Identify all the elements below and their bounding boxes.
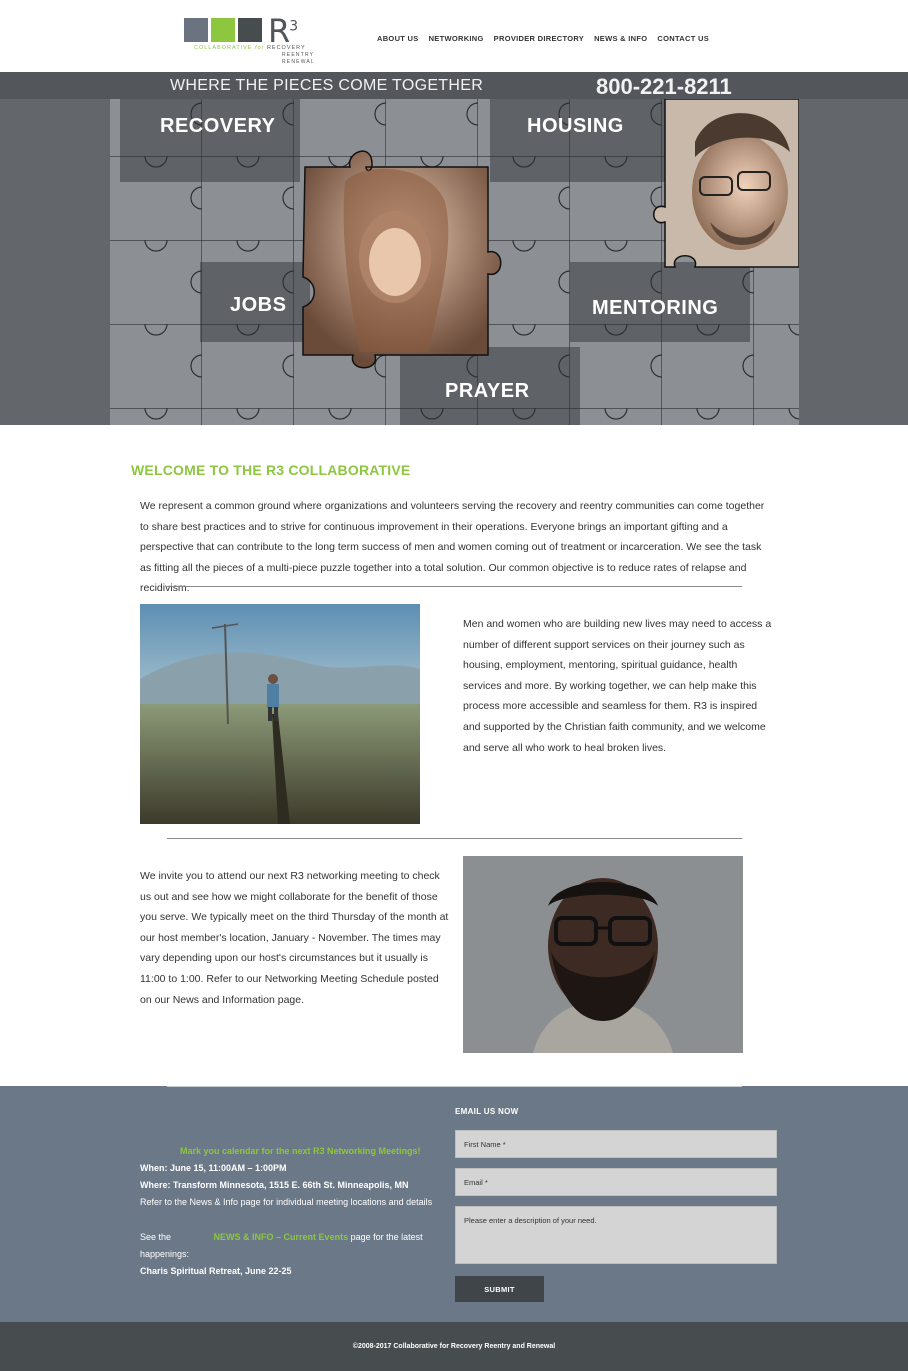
news-info-link[interactable]: NEWS & INFO – Current Events [214, 1232, 349, 1242]
logo-line-3: RENEWAL [282, 59, 315, 65]
divider-1 [167, 586, 742, 587]
hero-word-recovery: RECOVERY [160, 115, 276, 137]
meeting-when: When: June 15, 11:00AM – 1:00PM [140, 1163, 287, 1173]
field-walker-photo [140, 604, 420, 824]
copyright-text: ©2008-2017 Collaborative for Recovery Re… [352, 1343, 556, 1350]
hero-word-housing: HOUSING [527, 115, 624, 137]
site-footer: ©2008-2017 Collaborative for Recovery Re… [0, 1322, 908, 1371]
r3-logo[interactable]: R3 COLLABORATIVE for RECOVERY REENTRY RE… [184, 12, 315, 68]
man-portrait-photo [463, 856, 743, 1053]
hero-word-mentoring: MENTORING [592, 297, 719, 319]
phone-number[interactable]: 800-221-8211 [596, 74, 732, 100]
nav-contact-us[interactable]: CONTACT US [657, 34, 709, 43]
hero-puzzle-area: RECOVERY HOUSING JOBS MENTORING PRAYER [110, 72, 799, 425]
hero-word-prayer: PRAYER [445, 380, 530, 402]
meeting-where: Where: Transform Minnesota, 1515 E. 66th… [140, 1180, 409, 1190]
news-info-line: See the NEWS & INFO – Current Events pag… [140, 1232, 423, 1242]
logo-square-charcoal [238, 18, 262, 42]
divider-3 [167, 1086, 742, 1087]
calendar-heading: Mark you calendar for the next R3 Networ… [180, 1146, 421, 1156]
meetings-and-contact-section: Mark you calendar for the next R3 Networ… [0, 1086, 908, 1322]
nav-provider-directory[interactable]: PROVIDER DIRECTORY [494, 34, 584, 43]
intro-paragraph: We represent a common ground where organ… [140, 500, 765, 595]
upcoming-event: Charis Spiritual Retreat, June 22-25 [140, 1266, 292, 1276]
nav-news-info[interactable]: NEWS & INFO [594, 34, 647, 43]
welcome-heading: WELCOME TO THE R3 COLLABORATIVE [131, 462, 411, 478]
message-textarea[interactable]: Please enter a description of your need. [455, 1206, 777, 1264]
news-info-line-2: happenings: [140, 1249, 190, 1259]
first-name-field[interactable]: First Name * [455, 1130, 777, 1158]
site-header: R3 COLLABORATIVE for RECOVERY REENTRY RE… [0, 0, 908, 72]
hero-top-bar: WHERE THE PIECES COME TOGETHER 800-221-8… [0, 72, 908, 99]
logo-square-slate [184, 18, 208, 42]
nav-networking[interactable]: NETWORKING [429, 34, 484, 43]
hero-banner: RECOVERY HOUSING JOBS MENTORING PRAYER W… [0, 72, 908, 425]
hero-tagline: WHERE THE PIECES COME TOGETHER [170, 77, 484, 94]
man-photo-piece [653, 98, 799, 268]
divider-2 [167, 838, 742, 839]
nav-about-us[interactable]: ABOUT US [377, 34, 419, 43]
logo-square-green [211, 18, 235, 42]
email-field[interactable]: Email * [455, 1168, 777, 1196]
meeting-refer: Refer to the News & Info page for indivi… [140, 1197, 433, 1207]
main-nav: ABOUT US NETWORKING PROVIDER DIRECTORY N… [377, 34, 709, 43]
support-services-paragraph: Men and women who are building new lives… [463, 618, 772, 754]
email-form-title: EMAIL US NOW [455, 1107, 519, 1116]
submit-button[interactable]: SUBMIT [455, 1276, 544, 1302]
networking-meeting-paragraph: We invite you to attend our next R3 netw… [140, 870, 449, 1006]
woman-photo-piece [302, 150, 502, 369]
logo-line-1: COLLABORATIVE for RECOVERY [194, 45, 306, 51]
hero-word-jobs: JOBS [230, 294, 287, 316]
logo-line-2: REENTRY [282, 52, 315, 58]
